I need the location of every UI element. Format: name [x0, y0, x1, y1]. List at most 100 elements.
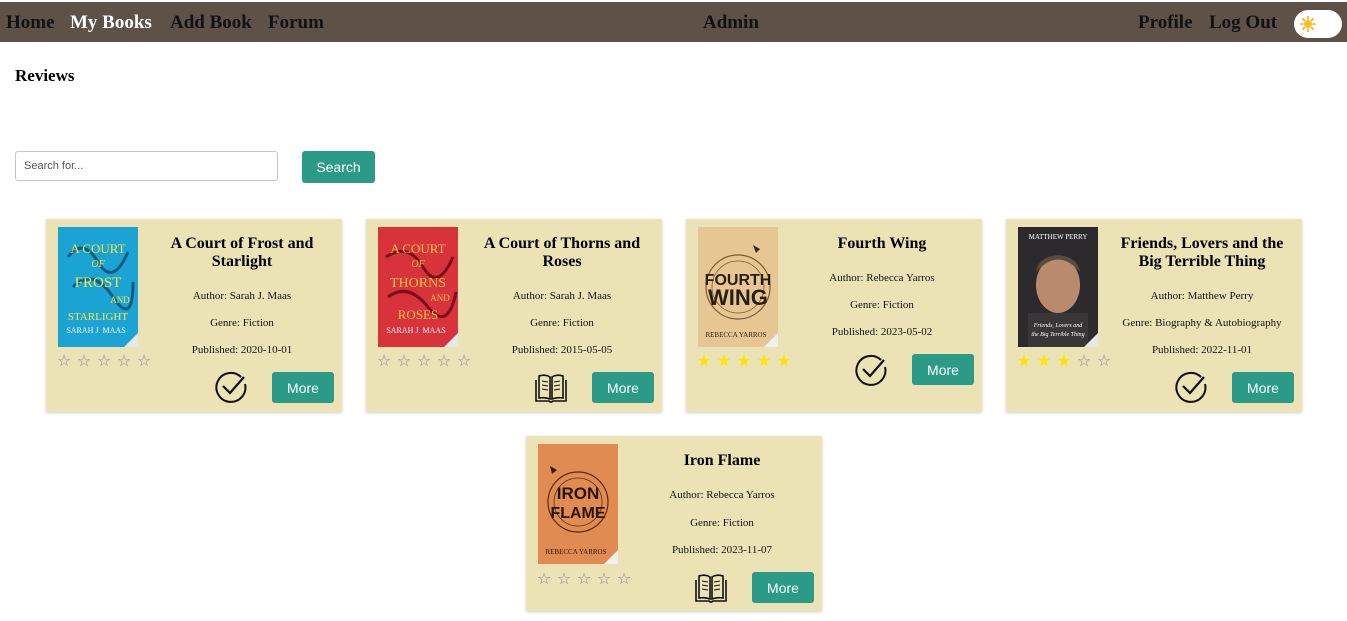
book-cover[interactable]: IRON FLAME REBECCA YARROS — [538, 444, 618, 564]
star-empty-icon[interactable]: ☆ — [434, 352, 454, 370]
star-filled-icon[interactable]: ★ — [1034, 352, 1054, 370]
star-rating: ★ ★ ★ ★ ★ — [694, 352, 794, 370]
svg-text:SARAH J. MAAS: SARAH J. MAAS — [386, 326, 445, 335]
star-filled-icon[interactable]: ★ — [754, 352, 774, 370]
book-author: Author: Matthew Perry — [1150, 290, 1254, 302]
book-cover-image: A COURT OF THORNS AND ROSES SARAH J. MAA… — [378, 227, 458, 347]
book-title: A Court of Thorns and Roses — [478, 235, 646, 271]
nav-home-link[interactable]: Home — [6, 12, 55, 33]
book-cover[interactable]: MATTHEW PERRY Friends, Lovers and the Bi… — [1018, 227, 1098, 347]
book-cover-image: IRON FLAME REBECCA YARROS — [538, 444, 618, 564]
star-filled-icon[interactable]: ★ — [774, 352, 794, 370]
checkmark-circle-icon[interactable] — [1174, 369, 1208, 403]
checkmark-circle-icon[interactable] — [854, 352, 888, 386]
star-filled-icon[interactable]: ★ — [1014, 352, 1034, 370]
sun-icon — [1300, 16, 1316, 32]
star-rating: ☆ ☆ ☆ ☆ ☆ — [54, 352, 154, 370]
svg-text:Friends, Lovers and: Friends, Lovers and — [1033, 323, 1083, 329]
open-book-icon[interactable] — [694, 571, 728, 605]
star-rating: ☆ ☆ ☆ ☆ ☆ — [374, 352, 474, 370]
star-filled-icon[interactable]: ★ — [714, 352, 734, 370]
svg-text:A COURT: A COURT — [390, 241, 445, 256]
nav-my-books-link[interactable]: My Books — [70, 12, 152, 33]
star-empty-icon[interactable]: ☆ — [374, 352, 394, 370]
book-published: Published: 2015-05-05 — [511, 344, 613, 356]
star-empty-icon[interactable]: ☆ — [414, 352, 434, 370]
star-rating: ☆ ☆ ☆ ☆ ☆ — [534, 570, 634, 588]
book-card: FOURTH WING REBECCA YARROS Fourth Wing A… — [686, 219, 982, 412]
star-empty-icon[interactable]: ☆ — [1094, 352, 1114, 370]
book-card: MATTHEW PERRY Friends, Lovers and the Bi… — [1006, 219, 1302, 412]
more-button[interactable]: More — [752, 572, 814, 603]
svg-text:FROST: FROST — [75, 275, 122, 291]
star-empty-icon[interactable]: ☆ — [614, 570, 634, 588]
book-card: IRON FLAME REBECCA YARROS Iron Flame Aut… — [526, 436, 822, 611]
svg-text:ROSES: ROSES — [398, 307, 438, 322]
svg-text:AND: AND — [430, 293, 450, 303]
book-card: A COURT OF FROST AND STARLIGHT SARAH J. … — [46, 219, 342, 412]
book-title-line: Big Terrible Thing — [1138, 253, 1266, 270]
svg-text:THORNS: THORNS — [390, 276, 446, 291]
svg-text:REBECCA YARROS: REBECCA YARROS — [705, 331, 766, 339]
book-published: Published: 2022-11-01 — [1151, 344, 1253, 356]
star-empty-icon[interactable]: ☆ — [54, 352, 74, 370]
star-empty-icon[interactable]: ☆ — [454, 352, 474, 370]
star-empty-icon[interactable]: ☆ — [574, 570, 594, 588]
star-empty-icon[interactable]: ☆ — [534, 570, 554, 588]
svg-text:WING: WING — [708, 285, 768, 310]
star-empty-icon[interactable]: ☆ — [74, 352, 94, 370]
theme-toggle[interactable] — [1294, 10, 1342, 38]
star-empty-icon[interactable]: ☆ — [394, 352, 414, 370]
svg-text:IRON: IRON — [557, 484, 600, 503]
star-empty-icon[interactable]: ☆ — [1074, 352, 1094, 370]
book-title: Friends, Lovers and the Big Terrible Thi… — [1118, 235, 1286, 271]
more-button[interactable]: More — [592, 372, 654, 403]
book-genre: Genre: Biography & Autobiography — [1122, 317, 1282, 329]
book-genre: Genre: Fiction — [530, 317, 594, 329]
book-title-line: Roses — [542, 253, 582, 270]
nav-forum-link[interactable]: Forum — [268, 12, 324, 33]
star-filled-icon[interactable]: ★ — [1054, 352, 1074, 370]
book-author: Author: Rebecca Yarros — [829, 272, 935, 284]
svg-text:MATTHEW PERRY: MATTHEW PERRY — [1029, 233, 1088, 241]
nav-profile-link[interactable]: Profile — [1138, 12, 1193, 33]
nav-logout-link[interactable]: Log Out — [1209, 12, 1277, 33]
search-input[interactable] — [15, 151, 278, 181]
svg-text:OF: OF — [411, 259, 425, 270]
svg-text:FLAME: FLAME — [550, 505, 605, 522]
book-cover[interactable]: A COURT OF THORNS AND ROSES SARAH J. MAA… — [378, 227, 458, 347]
book-title: Fourth Wing — [837, 235, 927, 252]
book-cover-image: MATTHEW PERRY Friends, Lovers and the Bi… — [1018, 227, 1098, 347]
svg-text:REBECCA YARROS: REBECCA YARROS — [545, 548, 606, 556]
book-title: A Court of Frost and Starlight — [158, 235, 326, 271]
book-title: Iron Flame — [683, 452, 761, 469]
page-title: Reviews — [15, 66, 75, 85]
star-empty-icon[interactable]: ☆ — [94, 352, 114, 370]
book-cover-image: A COURT OF FROST AND STARLIGHT SARAH J. … — [58, 227, 138, 347]
star-empty-icon[interactable]: ☆ — [134, 352, 154, 370]
book-cover[interactable]: A COURT OF FROST AND STARLIGHT SARAH J. … — [58, 227, 138, 347]
star-empty-icon[interactable]: ☆ — [114, 352, 134, 370]
more-button[interactable]: More — [1232, 372, 1294, 403]
more-button[interactable]: More — [912, 354, 974, 385]
more-button[interactable]: More — [272, 372, 334, 403]
open-book-icon[interactable] — [534, 371, 568, 405]
svg-text:SARAH J. MAAS: SARAH J. MAAS — [66, 326, 125, 335]
star-filled-icon[interactable]: ★ — [694, 352, 714, 370]
nav-add-book-link[interactable]: Add Book — [170, 12, 252, 33]
checkmark-circle-icon[interactable] — [214, 369, 248, 403]
book-title-line: Friends, Lovers and the — [1120, 235, 1284, 252]
book-author: Author: Rebecca Yarros — [669, 489, 775, 501]
book-genre: Genre: Fiction — [690, 517, 754, 529]
star-filled-icon[interactable]: ★ — [734, 352, 754, 370]
star-rating: ★ ★ ★ ☆ ☆ — [1014, 352, 1114, 370]
svg-text:OF: OF — [91, 259, 105, 270]
book-cover[interactable]: FOURTH WING REBECCA YARROS — [698, 227, 778, 347]
book-published: Published: 2023-05-02 — [831, 326, 933, 338]
book-author: Author: Sarah J. Maas — [512, 290, 612, 302]
star-empty-icon[interactable]: ☆ — [594, 570, 614, 588]
svg-text:the Big Terrible Thing: the Big Terrible Thing — [1031, 332, 1084, 338]
search-button[interactable]: Search — [302, 151, 375, 183]
star-empty-icon[interactable]: ☆ — [554, 570, 574, 588]
book-title-line: Starlight — [211, 253, 273, 270]
